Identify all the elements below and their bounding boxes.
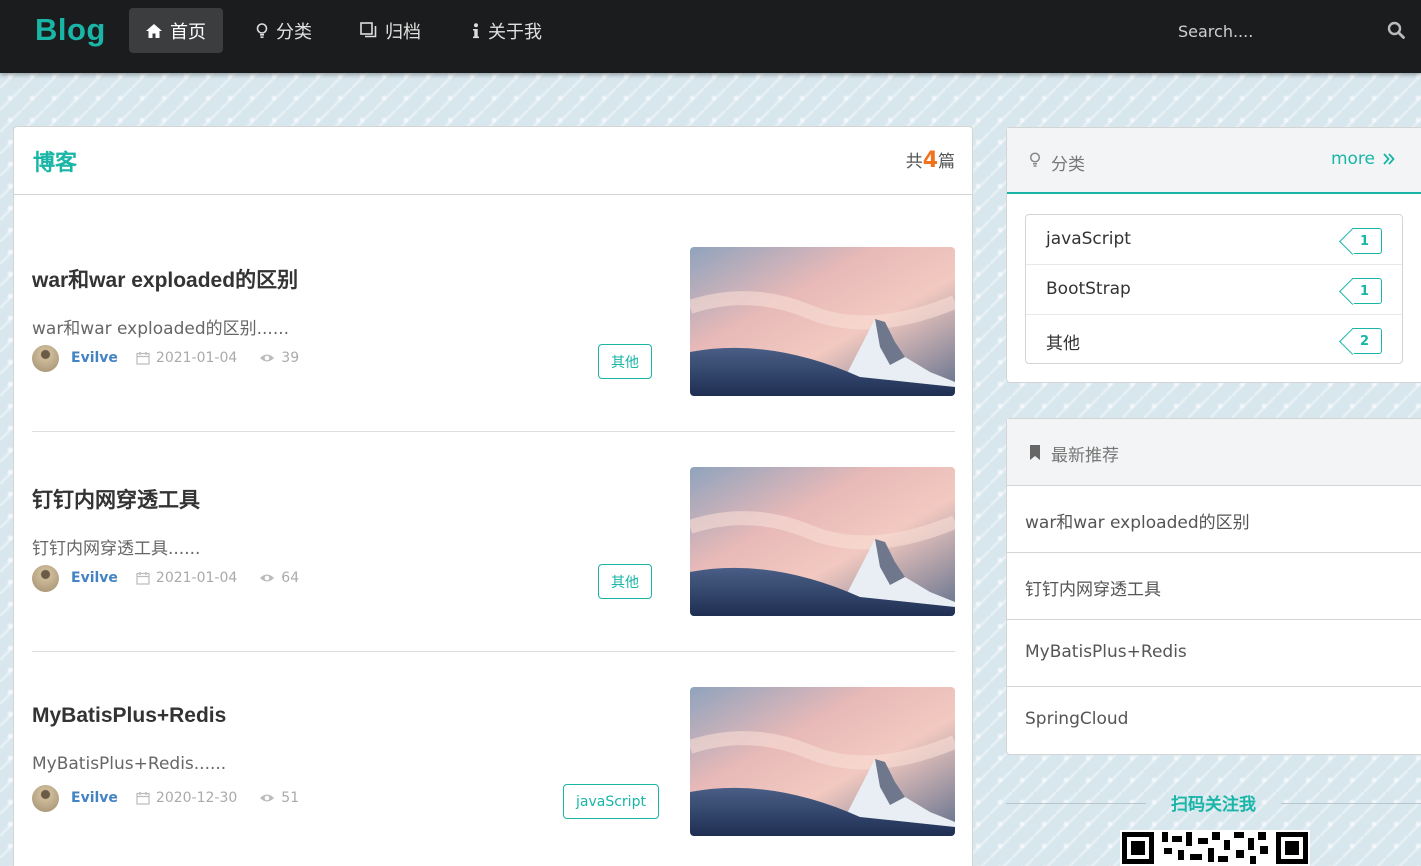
post-views: 51 (281, 790, 300, 806)
lightbulb-icon (256, 22, 268, 38)
post-meta: Evilve 2021-01-04 39 (32, 344, 299, 372)
post-author[interactable]: Evilve (71, 570, 118, 586)
recommend-card-title: 最新推荐 (1051, 446, 1119, 466)
category-count-badge: 1 (1352, 228, 1382, 254)
category-count: 1 (1359, 233, 1370, 249)
post-item: 钉钉内网穿透工具 钉钉内网穿透工具...... Evilve 2021-01-0… (32, 467, 955, 617)
nav-item-label: 归档 (385, 21, 421, 43)
nav-item-categories[interactable]: 分类 (239, 8, 329, 53)
nav-item-home[interactable]: 首页 (129, 8, 223, 53)
category-card: 分类 more javaScript 1 BootStrap 1 其他 2 (1006, 127, 1421, 383)
post-tag[interactable]: 其他 (598, 564, 652, 599)
category-count-badge: 2 (1352, 328, 1382, 354)
post-divider (32, 651, 955, 652)
category-count: 2 (1359, 333, 1370, 349)
post-excerpt: war和war exploaded的区别...... (32, 319, 290, 339)
nav-item-label: 关于我 (488, 21, 542, 43)
post-excerpt: 钉钉内网穿透工具...... (32, 539, 201, 559)
calendar-icon (136, 792, 150, 805)
clone-icon (360, 22, 377, 38)
post-meta: Evilve 2021-01-04 64 (32, 564, 299, 592)
post-author[interactable]: Evilve (71, 790, 118, 806)
brand-logo[interactable]: Blog (35, 12, 106, 48)
blog-list-card: 博客 共4篇 war和war exploaded的区别 war和war expl… (13, 126, 973, 866)
post-count-prefix: 共 (905, 152, 923, 172)
recommend-card-header: 最新推荐 (1007, 419, 1421, 485)
post-excerpt: MyBatisPlus+Redis...... (32, 754, 227, 774)
more-link-label: more (1330, 149, 1375, 169)
avatar (32, 344, 59, 372)
calendar-icon (136, 352, 150, 365)
qr-code-image (1120, 830, 1310, 866)
post-title[interactable]: MyBatisPlus+Redis (32, 704, 226, 728)
double-chevron-right-icon (1383, 153, 1395, 165)
post-title[interactable]: war和war exploaded的区别 (32, 264, 298, 294)
bookmark-icon (1030, 445, 1040, 460)
post-date: 2021-01-04 (155, 570, 238, 586)
recommend-item[interactable]: SpringCloud (1007, 686, 1421, 753)
nav-item-label: 分类 (276, 21, 312, 43)
category-count: 1 (1359, 283, 1370, 299)
category-list: javaScript 1 BootStrap 1 其他 2 (1025, 214, 1403, 364)
qr-section: 扫码关注我 (1006, 786, 1421, 866)
category-item[interactable]: 其他 2 (1026, 315, 1402, 365)
top-navbar: Blog 首页 分类 归档 关于我 (0, 0, 1421, 73)
post-date: 2021-01-04 (155, 350, 238, 366)
post-count-number: 4 (922, 148, 938, 173)
post-title[interactable]: 钉钉内网穿透工具 (32, 484, 200, 514)
category-item[interactable]: javaScript 1 (1026, 215, 1402, 265)
post-tag[interactable]: javaScript (563, 784, 659, 819)
post-count-suffix: 篇 (938, 152, 955, 172)
post-item: MyBatisPlus+Redis MyBatisPlus+Redis.....… (32, 687, 955, 837)
post-divider (32, 431, 955, 432)
post-thumbnail[interactable] (690, 687, 955, 836)
category-count-badge: 1 (1352, 278, 1382, 304)
category-card-header: 分类 more (1007, 128, 1421, 194)
nav-item-about[interactable]: 关于我 (455, 8, 559, 53)
eye-icon (260, 574, 275, 582)
post-author[interactable]: Evilve (71, 350, 118, 366)
category-item[interactable]: BootStrap 1 (1026, 265, 1402, 315)
more-link[interactable]: more (1331, 149, 1395, 169)
post-views: 39 (281, 350, 300, 366)
category-name: javaScript (1046, 229, 1131, 249)
nav-item-label: 首页 (170, 21, 206, 43)
recommend-card: 最新推荐 war和war exploaded的区别 钉钉内网穿透工具 MyBat… (1006, 418, 1421, 755)
category-name: 其他 (1046, 334, 1080, 354)
post-thumbnail[interactable] (690, 467, 955, 616)
category-name: BootStrap (1046, 279, 1131, 299)
eye-icon (260, 794, 275, 802)
blog-list-header: 博客 共4篇 (14, 127, 972, 195)
post-tag[interactable]: 其他 (598, 344, 652, 379)
post-meta: Evilve 2020-12-30 51 (32, 784, 299, 812)
recommend-item-label: MyBatisPlus+Redis (1025, 642, 1187, 662)
lightbulb-icon (1029, 152, 1041, 167)
post-date: 2020-12-30 (155, 790, 238, 806)
qr-divider-right (1281, 803, 1421, 804)
home-icon (146, 23, 162, 38)
eye-icon (260, 354, 275, 362)
nav-item-archive[interactable]: 归档 (343, 8, 438, 53)
avatar (32, 784, 59, 812)
post-thumbnail[interactable] (690, 247, 955, 396)
category-card-title: 分类 (1051, 155, 1085, 175)
calendar-icon (136, 572, 150, 585)
recommend-item[interactable]: MyBatisPlus+Redis (1007, 619, 1421, 686)
recommend-item-label: 钉钉内网穿透工具 (1025, 580, 1161, 600)
search-box (1166, 14, 1416, 48)
post-views: 64 (281, 570, 300, 586)
recommend-item[interactable]: war和war exploaded的区别 (1007, 485, 1421, 552)
blog-list-title: 博客 (33, 151, 78, 176)
recommend-item-label: SpringCloud (1025, 709, 1129, 729)
recommend-item[interactable]: 钉钉内网穿透工具 (1007, 552, 1421, 619)
search-icon[interactable] (1387, 21, 1405, 39)
recommend-item-label: war和war exploaded的区别 (1025, 513, 1250, 533)
search-input[interactable] (1166, 14, 1366, 48)
info-icon (473, 22, 479, 38)
avatar (32, 564, 59, 592)
post-item: war和war exploaded的区别 war和war exploaded的区… (32, 247, 955, 397)
post-count: 共4篇 (906, 147, 955, 173)
